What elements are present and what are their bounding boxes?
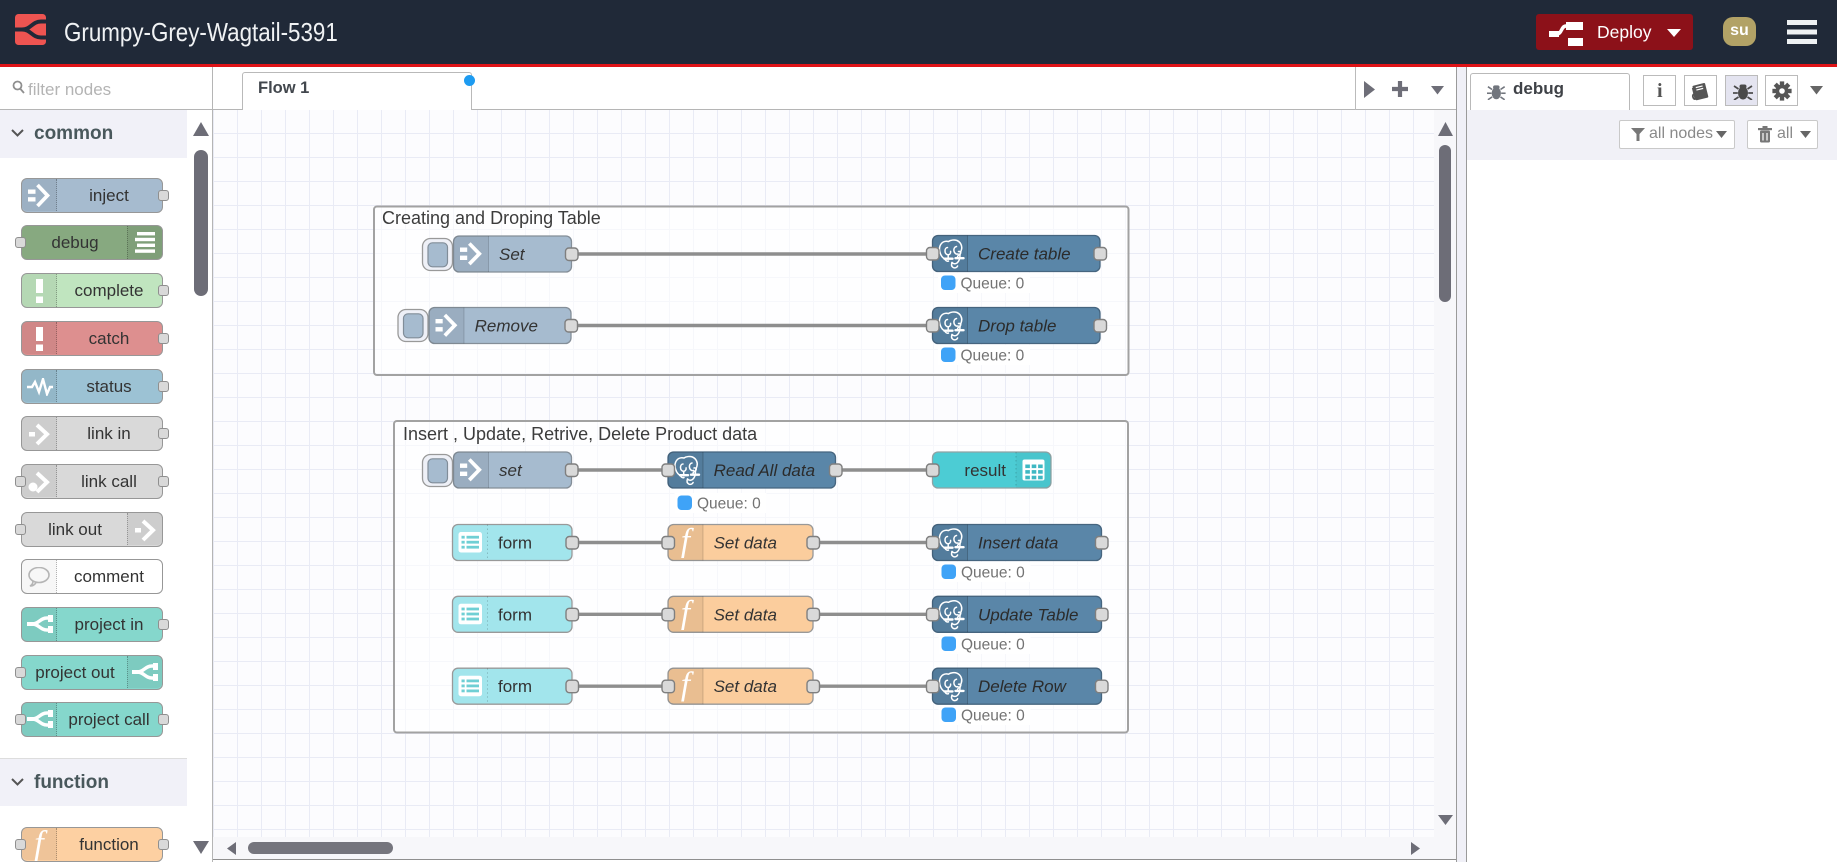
svg-text:Update Table: Update Table xyxy=(978,605,1079,624)
svg-text:result: result xyxy=(964,461,1006,480)
svg-text:Remove: Remove xyxy=(475,317,538,336)
svg-text:form: form xyxy=(498,534,532,553)
svg-text:Set data: Set data xyxy=(714,677,777,696)
svg-text:Delete Row: Delete Row xyxy=(978,677,1068,696)
svg-text:Set data: Set data xyxy=(714,534,777,553)
svg-text:Create table: Create table xyxy=(978,245,1071,264)
svg-text:Drop table: Drop table xyxy=(978,317,1056,336)
svg-text:Set: Set xyxy=(499,245,526,264)
svg-text:Read All data: Read All data xyxy=(714,461,815,480)
svg-text:Insert , Update, Retrive, Dele: Insert , Update, Retrive, Delete Product… xyxy=(403,424,758,444)
svg-text:Set data: Set data xyxy=(714,605,777,624)
svg-text:set: set xyxy=(499,461,523,480)
svg-text:form: form xyxy=(498,605,532,624)
svg-text:Insert data: Insert data xyxy=(978,534,1058,553)
svg-text:Creating and Droping Table: Creating and Droping Table xyxy=(382,208,601,228)
svg-text:form: form xyxy=(498,677,532,696)
